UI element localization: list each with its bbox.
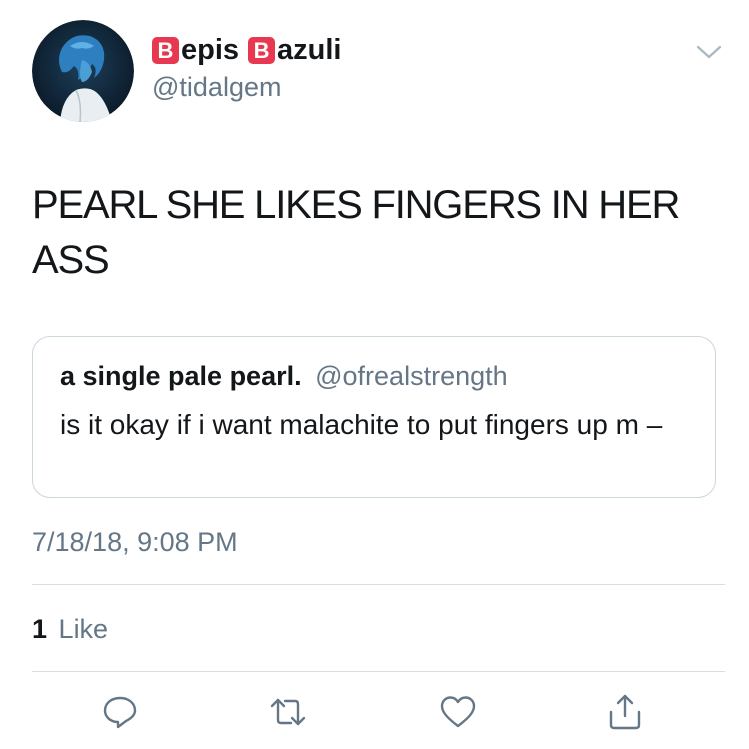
reply-icon <box>103 696 137 729</box>
quoted-author-handle: @ofrealstrength <box>315 361 508 391</box>
likes-stat[interactable]: 1 Like <box>32 614 108 645</box>
divider <box>32 671 725 672</box>
b-emoji-icon: B <box>248 37 276 64</box>
b-emoji-icon: B <box>152 37 179 64</box>
author-handle[interactable]: @tidalgem <box>152 72 281 103</box>
retweet-icon <box>270 698 306 726</box>
quoted-tweet[interactable]: a single pale pearl. @ofrealstrength is … <box>32 336 716 498</box>
share-icon <box>609 694 641 730</box>
avatar-blue-hair-icon <box>32 20 134 122</box>
likes-count: 1 <box>32 614 48 644</box>
author-name[interactable]: B epis B azuli <box>152 34 342 67</box>
chevron-down-icon[interactable] <box>695 42 723 62</box>
reply-button[interactable] <box>100 692 140 732</box>
tweet-timestamp[interactable]: 7/18/18, 9:08 PM <box>32 527 238 558</box>
quoted-tweet-header: a single pale pearl. @ofrealstrength <box>60 361 508 392</box>
retweet-button[interactable] <box>268 692 308 732</box>
tweet-text: PEARL SHE LIKES FINGERS IN HER ASS <box>32 183 680 282</box>
quoted-author-name: a single pale pearl. <box>60 361 302 391</box>
author-name-part: epis <box>181 34 240 66</box>
divider <box>32 584 725 585</box>
like-button[interactable] <box>438 692 478 732</box>
author-name-part: azuli <box>277 34 342 66</box>
like-heart-icon <box>440 696 476 728</box>
likes-label: Like <box>58 614 109 644</box>
share-button[interactable] <box>605 692 645 732</box>
avatar[interactable] <box>32 20 134 122</box>
quoted-tweet-text: is it okay if i want malachite to put fi… <box>60 409 663 440</box>
